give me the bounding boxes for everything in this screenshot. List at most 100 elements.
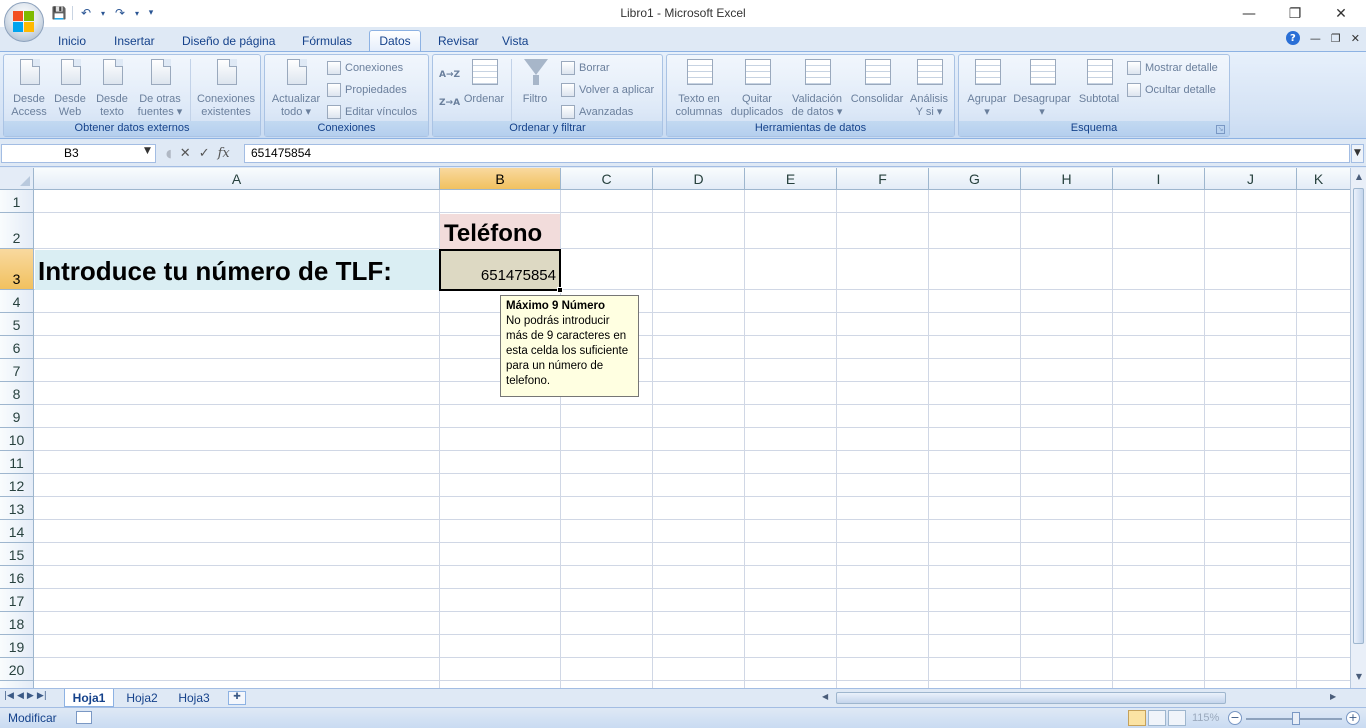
filter-button[interactable]: Filtro (515, 57, 555, 106)
zoom-in-icon[interactable]: + (1346, 711, 1360, 725)
row-header-16[interactable]: 16 (0, 566, 34, 589)
group-button[interactable]: Agrupar ▾ (963, 57, 1011, 119)
row-header-10[interactable]: 10 (0, 428, 34, 451)
sort-desc-icon[interactable]: Z→A (439, 95, 460, 111)
remove-duplicates-button[interactable]: Quitar duplicados (729, 57, 785, 119)
column-header-a[interactable]: A (34, 168, 440, 190)
data-validation-button[interactable]: Validación de datos ▾ (787, 57, 847, 119)
column-header-b[interactable]: B (440, 168, 561, 190)
ribbon-restore-icon[interactable]: ❐ (1331, 32, 1341, 45)
close-button[interactable]: ✕ (1318, 0, 1364, 27)
zoom-out-icon[interactable]: − (1228, 711, 1242, 725)
name-box-dropdown-icon[interactable]: ▼ (144, 146, 151, 156)
column-header-g[interactable]: G (929, 168, 1021, 190)
ribbon-minimize-icon[interactable]: — (1310, 32, 1321, 45)
first-sheet-icon[interactable]: |◀ (4, 691, 14, 701)
restore-button[interactable]: ❐ (1272, 0, 1318, 27)
row-header-11[interactable]: 11 (0, 451, 34, 474)
refresh-all-button[interactable]: Actualizar todo ▾ (267, 57, 325, 119)
from-access-button[interactable]: Desde Access (6, 57, 52, 119)
horizontal-scrollbar[interactable]: ◀ ▶ (812, 691, 1350, 706)
column-header-c[interactable]: C (561, 168, 653, 190)
row-header-13[interactable]: 13 (0, 497, 34, 520)
subtotal-button[interactable]: Subtotal (1075, 57, 1123, 106)
row-header-5[interactable]: 5 (0, 313, 34, 336)
scroll-up-icon[interactable]: ▲ (1352, 170, 1366, 184)
row-header-4[interactable]: 4 (0, 290, 34, 313)
vertical-scrollbar[interactable]: ▲ ▼ (1350, 168, 1366, 688)
column-header-j[interactable]: J (1205, 168, 1297, 190)
name-box[interactable]: B3 (1, 144, 156, 163)
cell-b3-active[interactable]: 651475854 (439, 249, 561, 291)
other-sources-button[interactable]: De otras fuentes ▾ (134, 57, 186, 119)
scroll-right-icon[interactable]: ▶ (1330, 692, 1336, 701)
normal-view-icon[interactable] (1128, 710, 1146, 726)
page-break-view-icon[interactable] (1168, 710, 1186, 726)
expand-formula-bar-icon[interactable]: ▼ (1351, 144, 1364, 163)
sort-button[interactable]: Ordenar (461, 57, 507, 106)
tab-datos[interactable]: Datos (369, 30, 421, 51)
macro-record-icon[interactable] (76, 711, 92, 724)
tab-formulas[interactable]: Fórmulas (292, 30, 362, 51)
row-header-17[interactable]: 17 (0, 589, 34, 612)
horizontal-scroll-thumb[interactable] (836, 692, 1226, 704)
from-web-button[interactable]: Desde Web (50, 57, 90, 119)
zoom-slider-knob[interactable] (1292, 712, 1300, 725)
ribbon-close-icon[interactable]: ✕ (1351, 32, 1360, 45)
advanced-filter-button[interactable]: Avanzadas (561, 103, 633, 121)
row-header-18[interactable]: 18 (0, 612, 34, 635)
cell-a3[interactable]: Introduce tu número de TLF: (35, 250, 439, 290)
enter-icon[interactable]: ✓ (199, 146, 210, 161)
row-header-9[interactable]: 9 (0, 405, 34, 428)
prev-sheet-icon[interactable]: ◀ (17, 691, 24, 701)
row-header-1[interactable]: 1 (0, 190, 34, 213)
column-header-h[interactable]: H (1021, 168, 1113, 190)
text-to-columns-button[interactable]: Texto en columnas (669, 57, 729, 119)
dialog-launcher-icon[interactable]: ↘ (1216, 125, 1225, 134)
show-detail-button[interactable]: Mostrar detalle (1127, 59, 1218, 77)
row-header-19[interactable]: 19 (0, 635, 34, 658)
column-header-k[interactable]: K (1297, 168, 1350, 190)
next-sheet-icon[interactable]: ▶ (27, 691, 34, 701)
scroll-left-icon[interactable]: ◀ (822, 692, 828, 701)
sheet-tab-hoja3[interactable]: Hoja3 (170, 689, 218, 707)
what-if-button[interactable]: Análisis Y si ▾ (905, 57, 953, 119)
zoom-level[interactable]: 115% (1192, 712, 1219, 724)
tab-inicio[interactable]: Inicio (48, 30, 96, 51)
edit-links-button[interactable]: Editar vínculos (327, 103, 417, 121)
last-sheet-icon[interactable]: ▶| (37, 691, 47, 701)
ungroup-button[interactable]: Desagrupar ▾ (1011, 57, 1073, 119)
row-header-8[interactable]: 8 (0, 382, 34, 405)
tab-insertar[interactable]: Insertar (104, 30, 165, 51)
office-button[interactable] (4, 2, 44, 42)
column-header-e[interactable]: E (745, 168, 837, 190)
row-header-12[interactable]: 12 (0, 474, 34, 497)
column-header-f[interactable]: F (837, 168, 929, 190)
scroll-down-icon[interactable]: ▼ (1352, 670, 1366, 684)
row-header-7[interactable]: 7 (0, 359, 34, 382)
existing-connections-button[interactable]: Conexiones existentes (194, 57, 258, 119)
clear-filter-button[interactable]: Borrar (561, 59, 610, 77)
column-header-d[interactable]: D (653, 168, 745, 190)
fill-handle[interactable] (557, 287, 563, 293)
row-header-14[interactable]: 14 (0, 520, 34, 543)
cancel-icon[interactable]: ✕ (180, 146, 191, 161)
tab-vista[interactable]: Vista (492, 30, 538, 51)
row-header-20[interactable]: 20 (0, 658, 34, 681)
worksheet-grid[interactable]: A B C D E F G H I J K 1 2 3 4 5 6 7 8 9 … (0, 168, 1350, 688)
cell-b2[interactable]: Teléfono (440, 214, 560, 249)
row-header-15[interactable]: 15 (0, 543, 34, 566)
connections-button[interactable]: Conexiones (327, 59, 403, 77)
column-header-i[interactable]: I (1113, 168, 1205, 190)
from-text-button[interactable]: Desde texto (92, 57, 132, 119)
page-layout-view-icon[interactable] (1148, 710, 1166, 726)
hide-detail-button[interactable]: Ocultar detalle (1127, 81, 1216, 99)
tab-revisar[interactable]: Revisar (428, 30, 489, 51)
select-all-button[interactable] (0, 168, 34, 190)
properties-button[interactable]: Propiedades (327, 81, 407, 99)
sheet-tab-hoja1[interactable]: Hoja1 (64, 689, 114, 707)
row-header-3[interactable]: 3 (0, 249, 34, 290)
reapply-filter-button[interactable]: Volver a aplicar (561, 81, 654, 99)
row-header-2[interactable]: 2 (0, 213, 34, 249)
help-icon[interactable]: ? (1285, 31, 1300, 45)
